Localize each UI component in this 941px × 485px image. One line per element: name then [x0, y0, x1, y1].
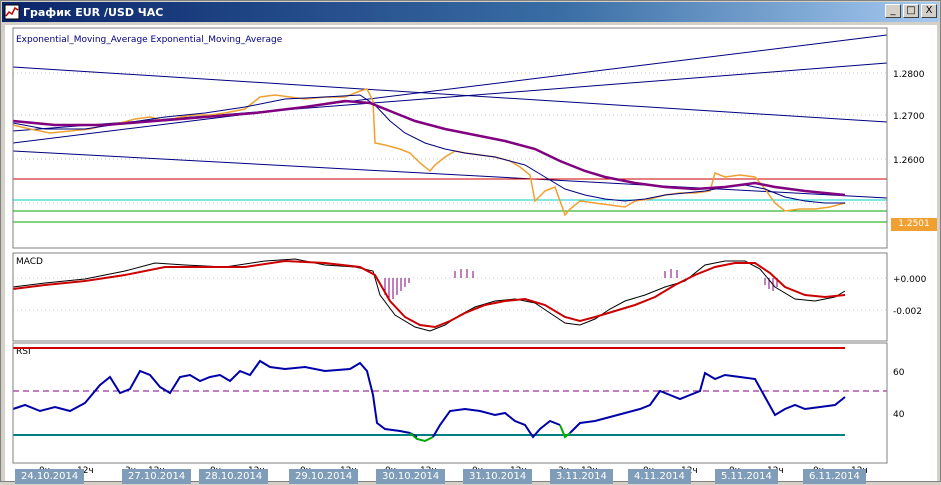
macd-tick-2: -0.002 [893, 307, 922, 317]
window-title: График EUR /USD ЧАС [23, 5, 164, 19]
close-button[interactable]: X [921, 4, 937, 18]
price-tick-2: 1.2700 [893, 112, 925, 122]
rsi-y-axis: 60 40 [893, 368, 905, 420]
maximize-button[interactable]: □ [903, 4, 919, 18]
chart-canvas[interactable]: 1.2800 1.2700 1.2600 Exponential_Moving_… [5, 25, 937, 481]
price-tick-1: 1.2800 [893, 70, 925, 80]
title-bar[interactable]: График EUR /USD ЧАС _ □ X [2, 2, 939, 22]
price-panel [12, 27, 888, 249]
ema-legend: Exponential_Moving_Average Exponential_M… [16, 35, 283, 45]
price-tick-3: 1.2600 [893, 156, 925, 166]
minimize-button[interactable]: _ [885, 4, 901, 18]
macd-y-axis: +0.000 -0.002 [893, 275, 927, 317]
price-y-axis: 1.2800 1.2700 1.2600 [893, 70, 925, 166]
current-price-tag: 1.2501 [891, 218, 937, 231]
rsi-tick-2: 40 [893, 410, 905, 420]
macd-title: MACD [16, 257, 43, 267]
chart-area[interactable]: 1.2800 1.2700 1.2600 Exponential_Moving_… [5, 25, 937, 484]
chart-window: График EUR /USD ЧАС _ □ X 1.2800 1.2700 … [0, 0, 941, 484]
rsi-tick-1: 60 [893, 368, 905, 378]
chart-icon [4, 4, 20, 20]
macd-tick-1: +0.000 [893, 275, 927, 285]
rsi-panel [12, 342, 888, 464]
